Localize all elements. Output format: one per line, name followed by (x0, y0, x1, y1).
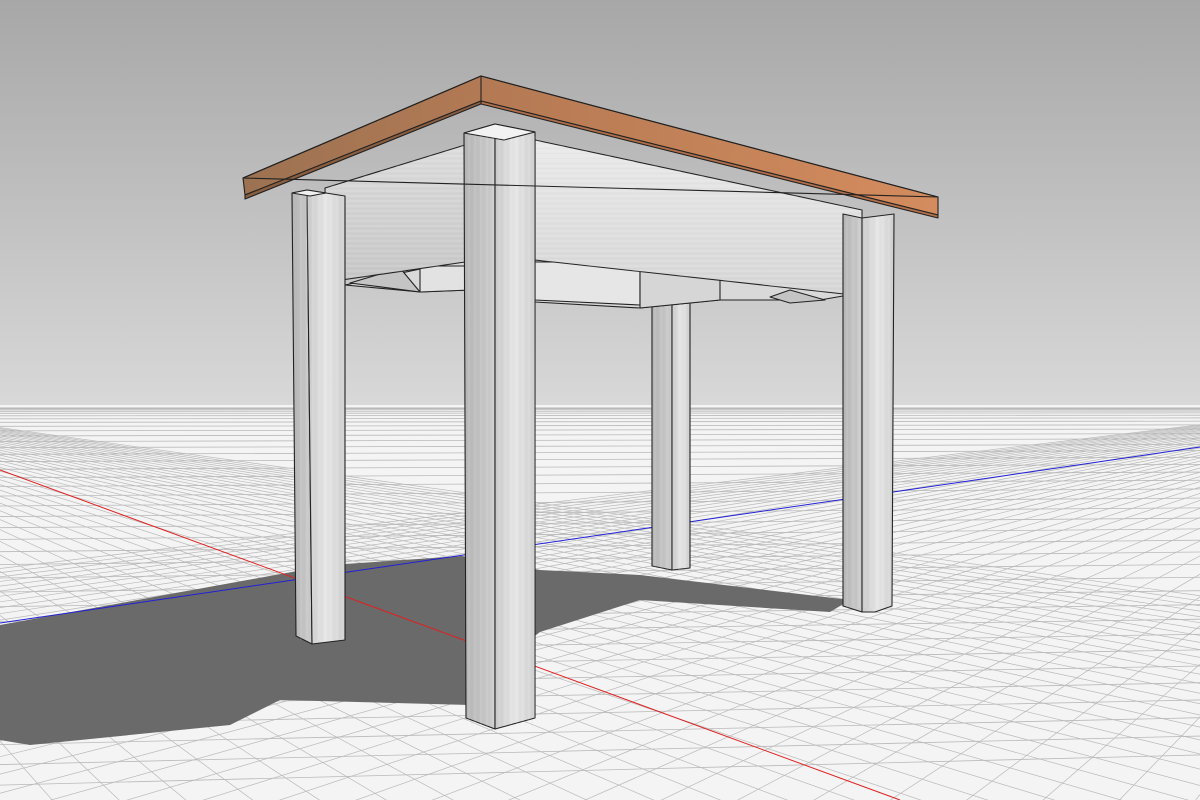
leg-front[interactable] (463, 123, 536, 730)
3d-viewport[interactable] (0, 0, 1200, 800)
leg-back[interactable] (651, 299, 691, 571)
leg-right[interactable] (842, 213, 895, 613)
leg-left[interactable] (291, 189, 346, 645)
scene-canvas[interactable] (0, 0, 1200, 800)
